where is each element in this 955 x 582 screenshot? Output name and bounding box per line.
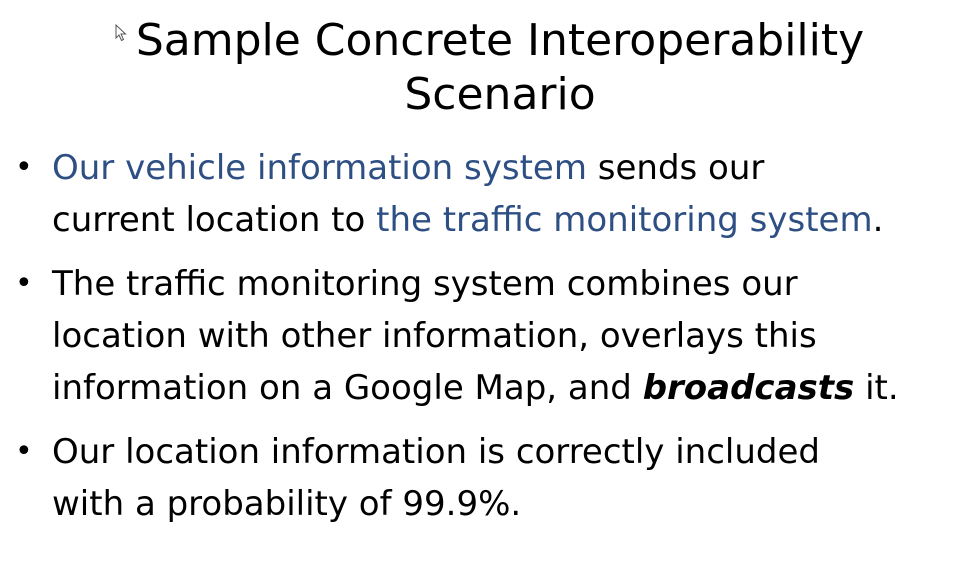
slide-title-line-2: Scenario: [404, 69, 596, 120]
bullet-text: current location to: [52, 200, 377, 240]
bullet-line: location with other information, overlay…: [52, 316, 817, 356]
bullet-line: The traffic monitoring system combines o…: [52, 264, 798, 304]
bullet-line: current location to the traffic monitori…: [52, 194, 952, 246]
highlighted-text: Our vehicle information system: [52, 148, 587, 188]
bullet-marker: •: [15, 150, 33, 185]
bullet-line: Our vehicle information system sends our: [52, 142, 952, 194]
bullet-line: with a probability of 99.9%.: [52, 484, 522, 524]
bullet-line: Our location information is correctly in…: [52, 432, 821, 472]
slide-title: Sample Concrete Interoperability Scenari…: [0, 14, 955, 122]
bullet-item-traffic-system: • The traffic monitoring system combines…: [15, 258, 952, 414]
bullet-marker: •: [15, 266, 33, 301]
highlighted-text: the traffic monitoring system: [376, 200, 873, 240]
bullet-text: sends our: [586, 148, 765, 188]
bullet-line: information on a Google Map, and broadca…: [52, 362, 952, 414]
emphasized-text: broadcasts: [642, 368, 855, 408]
bullet-item-vehicle-system: • Our vehicle information system sends o…: [15, 142, 952, 246]
slide: Sample Concrete Interoperability Scenari…: [0, 0, 955, 582]
bullet-list: • Our vehicle information system sends o…: [15, 142, 952, 542]
bullet-text: information on a Google Map, and: [52, 368, 643, 408]
bullet-text: it.: [854, 368, 899, 408]
bullet-item-location-probability: • Our location information is correctly …: [15, 426, 952, 530]
bullet-marker: •: [15, 434, 33, 469]
slide-title-line-1: Sample Concrete Interoperability: [135, 15, 865, 66]
bullet-text: .: [872, 200, 884, 240]
